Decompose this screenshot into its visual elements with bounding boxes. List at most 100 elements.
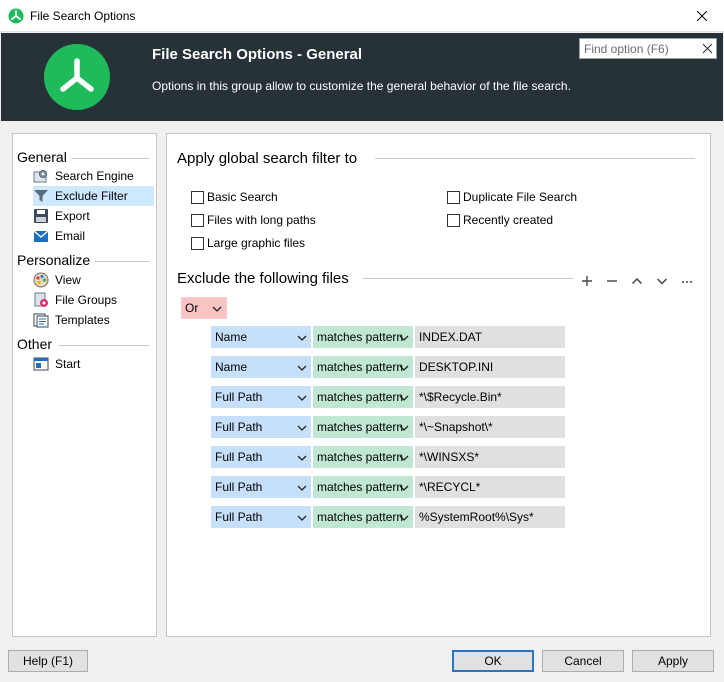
rule-value-input[interactable]: *\$Recycle.Bin* [415,386,565,408]
rule-field-dropdown[interactable]: Full Path [211,506,311,528]
sidebar-item-view[interactable]: View [33,270,154,290]
rule-field-dropdown[interactable]: Full Path [211,386,311,408]
options-panel: Apply global search filter to Basic Sear… [166,133,711,637]
minus-icon[interactable] [604,273,620,289]
rule-value-input[interactable]: *\RECYCL* [415,476,565,498]
divider [363,278,573,279]
cancel-button[interactable]: Cancel [542,650,624,672]
checkbox[interactable] [191,213,204,227]
help-button[interactable]: Help (F1) [8,650,88,672]
chevron-down-icon [399,392,409,406]
checkbox-large-graphic-files[interactable]: Large graphic files [191,236,305,250]
more-icon[interactable] [679,273,695,289]
find-option-box [579,38,717,59]
divider [59,345,149,346]
sidebar-item-label: Search Engine [55,169,134,183]
rule-condition-dropdown[interactable]: matches pattern [313,476,413,498]
operator-value: Or [185,301,199,315]
checkbox-basic-search[interactable]: Basic Search [191,190,278,204]
window-title: File Search Options [30,9,136,23]
rule-condition-dropdown[interactable]: matches pattern [313,446,413,468]
sidebar-item-export[interactable]: Export [33,206,154,226]
sidebar-item-file-groups[interactable]: File Groups [33,290,154,310]
app-icon [8,8,24,24]
page-description: Options in this group allow to customize… [152,79,571,93]
sidebar-item-templates[interactable]: Templates [33,310,154,330]
sidebar-item-label: Templates [55,313,110,327]
chevron-down-icon [297,362,307,376]
checkbox-duplicate-file-search[interactable]: Duplicate File Search [447,190,577,204]
rule-value-input[interactable]: DESKTOP.INI [415,356,565,378]
chevron-up-icon[interactable] [629,273,645,289]
funnel-icon [33,188,49,204]
sidebar-item-start[interactable]: Start [33,354,154,374]
rule-condition-dropdown[interactable]: matches pattern [313,506,413,528]
chevron-down-icon [297,422,307,436]
chevron-down-icon [297,332,307,346]
start-window-icon [33,356,49,372]
title-bar: File Search Options [0,0,724,32]
checkbox-files-with-long-paths[interactable]: Files with long paths [191,213,316,227]
rule-field-dropdown[interactable]: Full Path [211,416,311,438]
sidebar-item-label: Export [55,209,90,223]
rule-field-dropdown[interactable]: Name [211,356,311,378]
rule-condition-dropdown[interactable]: matches pattern [313,386,413,408]
sidebar-item-label: Email [55,229,86,243]
rule-value-input[interactable]: %SystemRoot%\Sys* [415,506,565,528]
checkbox[interactable] [191,236,204,250]
sidebar-item-label: File Groups [55,293,118,307]
ok-button[interactable]: OK [452,650,534,672]
sidebar-item-label: Exclude Filter [55,189,128,203]
templates-icon [33,312,49,328]
checkbox[interactable] [191,190,204,204]
header-banner: File Search Options - General Options in… [1,33,723,121]
group-personalize: Personalize [17,252,91,268]
checkbox[interactable] [447,213,460,227]
chevron-down-icon [399,332,409,346]
divider [375,158,695,159]
chevron-down-icon [297,452,307,466]
operator-dropdown[interactable]: Or [181,297,227,319]
rule-condition-dropdown[interactable]: matches pattern [313,356,413,378]
group-other: Other [17,336,53,352]
group-general: General [17,149,67,165]
divider [95,261,149,262]
rule-field-dropdown[interactable]: Full Path [211,446,311,468]
gear-icon [33,168,49,184]
checkbox-recently-created[interactable]: Recently created [447,213,553,227]
rule-field-dropdown[interactable]: Name [211,326,311,348]
rule-condition-dropdown[interactable]: matches pattern [313,416,413,438]
plus-icon[interactable] [579,273,595,289]
rule-value-input[interactable]: *\~Snapshot\* [415,416,565,438]
sidebar-item-exclude-filter[interactable]: Exclude Filter [33,186,154,206]
chevron-down-icon [399,512,409,526]
rule-condition-dropdown[interactable]: matches pattern [313,326,413,348]
chevron-down-icon [212,303,222,317]
checkbox[interactable] [447,190,460,204]
chevron-down-icon [399,482,409,496]
palette-icon [33,272,49,288]
close-icon[interactable] [692,6,712,26]
sidebar-item-search-engine[interactable]: Search Engine [33,166,154,186]
chevron-down-icon [399,362,409,376]
chevron-down-icon [399,452,409,466]
apply-button[interactable]: Apply [632,650,714,672]
sidebar-item-label: View [55,273,81,287]
page-title: File Search Options - General [152,46,363,63]
file-groups-icon [33,292,49,308]
envelope-icon [33,228,49,244]
chevron-down-icon [297,512,307,526]
filter-section-title: Apply global search filter to [177,150,358,167]
find-option-input[interactable] [580,39,698,58]
sidebar: General Search Engine Exclude Filter Exp… [12,133,157,637]
sidebar-item-label: Start [55,357,81,371]
floppy-disk-icon [33,208,49,224]
sidebar-item-email[interactable]: Email [33,226,154,246]
clear-search-icon[interactable] [702,43,713,54]
rule-field-dropdown[interactable]: Full Path [211,476,311,498]
chevron-down-icon[interactable] [654,273,670,289]
rule-value-input[interactable]: INDEX.DAT [415,326,565,348]
rule-value-input[interactable]: *\WINSXS* [415,446,565,468]
chevron-down-icon [399,422,409,436]
treesize-logo-icon [44,44,110,110]
